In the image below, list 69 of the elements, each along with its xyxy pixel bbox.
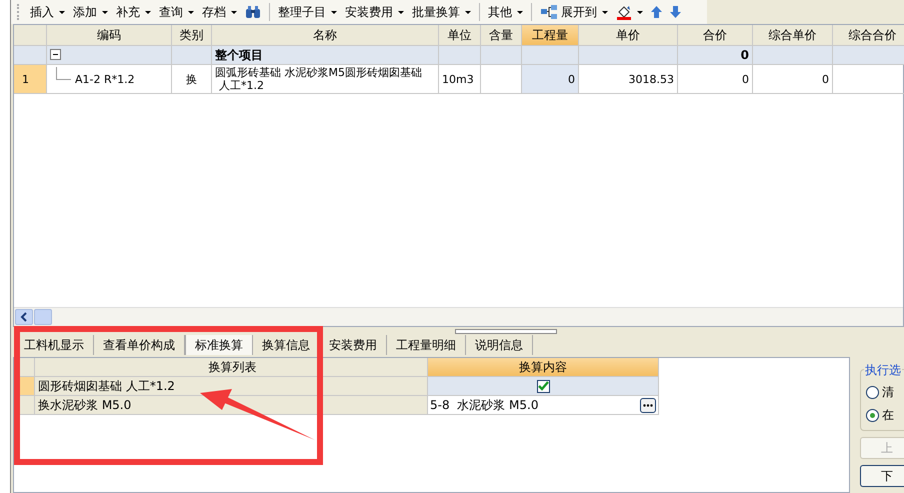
collapse-toggle[interactable] (50, 49, 61, 60)
table-cell: 整个项目 (212, 46, 439, 65)
toolbar-button[interactable]: 批量换算 (409, 2, 474, 22)
table-cell: 0 (678, 46, 753, 65)
ellipsis-icon (643, 404, 653, 406)
table-cell (522, 46, 579, 65)
table-cell: 10m3 (439, 65, 481, 94)
toolbar-button[interactable]: 查询 (156, 2, 197, 22)
column-header: 换算列表 (35, 358, 428, 377)
table-cell: 0 (753, 65, 833, 94)
scrollbar-thumb[interactable] (34, 309, 52, 325)
move-button[interactable]: 下 (860, 465, 904, 487)
toolbar-button[interactable]: 安装费用 (342, 2, 407, 22)
column-header[interactable]: 编码 (47, 25, 172, 46)
toolbar-button[interactable]: 补充 (113, 2, 154, 22)
arrow-down-icon (670, 6, 681, 18)
table-cell: 0 (678, 65, 753, 94)
item-code: A1-2 R*1.2 (75, 72, 135, 86)
tree-line (56, 66, 71, 80)
toolbar-button[interactable]: 整理子目 (275, 2, 340, 22)
splitter-handle[interactable] (455, 328, 557, 334)
item-name-line: 圆弧形砖基础 水泥砂浆M5圆形砖烟囱基础 (215, 66, 422, 79)
table-cell: 0 (522, 65, 579, 94)
check-icon (538, 381, 548, 391)
radio-label: 清 (882, 384, 894, 400)
table-cell (833, 46, 904, 65)
conversion-value: 5-8 水泥砂浆 M5.0 (430, 397, 540, 414)
column-header[interactable]: 合价 (678, 25, 753, 46)
radio-button[interactable] (866, 386, 879, 398)
column-header[interactable]: 综合合价 (833, 25, 904, 46)
table-cell: 圆形砖烟囱基础 人工*1.2 (35, 377, 428, 396)
tab[interactable]: 标准换算 (185, 335, 253, 355)
table-cell: 3018.53 (579, 65, 678, 94)
radio-label: 在 (882, 406, 894, 424)
tree-icon (540, 5, 558, 19)
column-header: 换算内容 (428, 358, 659, 377)
column-header[interactable]: 综合单价 (753, 25, 833, 46)
more-button[interactable] (640, 398, 656, 412)
toolbar-button[interactable]: 添加 (70, 2, 111, 22)
paint-bucket-icon (616, 4, 632, 20)
tab[interactable]: 说明信息 (466, 335, 533, 355)
tab[interactable]: 安装费用 (320, 335, 387, 355)
column-header[interactable]: 工程量 (522, 25, 579, 46)
scroll-left-button[interactable] (15, 309, 33, 325)
toolbar-button[interactable]: 存档 (199, 2, 240, 22)
table-cell (481, 46, 522, 65)
table-cell (439, 46, 481, 65)
expand-button[interactable]: 展开到 (537, 2, 611, 22)
column-header[interactable]: 名称 (212, 25, 439, 46)
tab[interactable]: 工料机显示 (15, 335, 94, 355)
tab[interactable]: 工程量明细 (387, 335, 466, 355)
tab[interactable]: 换算信息 (253, 335, 320, 355)
column-header[interactable]: 类别 (172, 25, 212, 46)
group-title: 执行选 (864, 362, 902, 379)
checkbox[interactable] (536, 380, 550, 392)
row-number: 1 (14, 65, 47, 94)
column-header[interactable]: 含量 (481, 25, 522, 46)
corner-cell (14, 25, 47, 46)
binoculars-icon (245, 5, 261, 19)
radio-button[interactable] (866, 408, 879, 422)
item-name-line: 人工*1.2 (218, 79, 264, 92)
table-cell: 换 (172, 65, 212, 94)
column-header[interactable]: 单价 (579, 25, 678, 46)
arrow-up-icon (651, 6, 662, 18)
toolbar-button[interactable]: 其他 (485, 2, 526, 22)
arrow-left-icon (20, 312, 28, 322)
table-cell: 换水泥砂浆 M5.0 (35, 396, 428, 415)
toolbar-button[interactable]: 插入 (27, 2, 68, 22)
column-header[interactable]: 单位 (439, 25, 481, 46)
